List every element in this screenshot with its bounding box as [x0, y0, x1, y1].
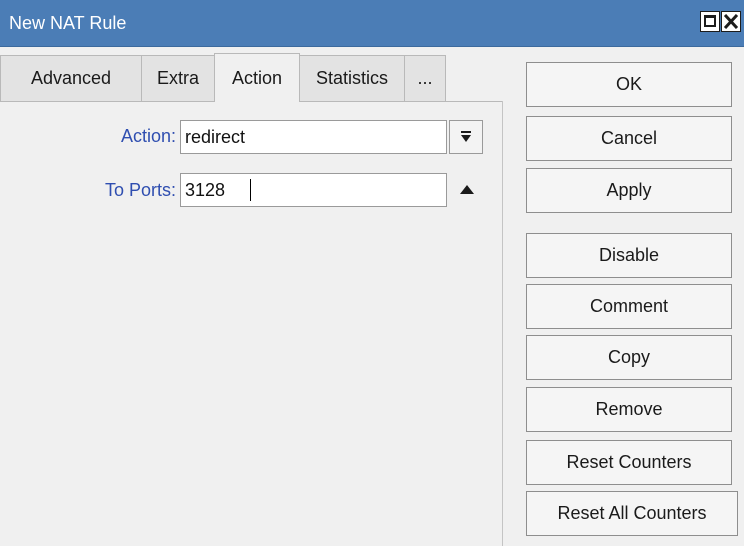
close-icon — [724, 14, 738, 29]
cancel-button-label: Cancel — [600, 128, 658, 148]
tab-label: Advanced — [30, 68, 112, 88]
dropdown-arrow-icon — [461, 131, 471, 142]
restore-icon — [704, 15, 716, 27]
text-cursor — [250, 179, 251, 201]
action-dropdown-button[interactable] — [449, 120, 483, 154]
copy-button[interactable]: Copy — [526, 335, 732, 380]
ok-button[interactable]: OK — [526, 62, 732, 107]
action-select[interactable]: redirect — [180, 120, 447, 154]
ok-button-label: OK — [615, 74, 642, 94]
tab-label: Extra — [156, 68, 199, 88]
action-label: Action: — [120, 126, 176, 146]
apply-button[interactable]: Apply — [526, 168, 732, 213]
comment-button-label: Comment — [589, 296, 669, 316]
title-bar: New NAT Rule — [0, 0, 744, 47]
window-title: New NAT Rule — [9, 13, 127, 33]
reset-all-counters-button[interactable]: Reset All Counters — [526, 491, 738, 536]
reset-counters-button-label: Reset Counters — [566, 452, 692, 472]
tab-statistics[interactable]: Statistics — [299, 55, 405, 101]
tab-action[interactable]: Action — [214, 53, 300, 102]
tab-advanced[interactable]: Advanced — [0, 55, 142, 101]
tab-label: Statistics — [315, 68, 389, 88]
remove-button[interactable]: Remove — [526, 387, 732, 432]
remove-button-label: Remove — [595, 399, 663, 419]
action-value: redirect — [185, 127, 246, 147]
copy-button-label: Copy — [607, 347, 651, 367]
reset-counters-button[interactable]: Reset Counters — [526, 440, 732, 485]
tab-extra[interactable]: Extra — [141, 55, 215, 101]
to-ports-value: 3128 — [185, 180, 226, 200]
tab-label: Action — [231, 67, 283, 88]
triangle-up-icon — [460, 184, 474, 194]
disable-button[interactable]: Disable — [526, 233, 732, 278]
reset-all-counters-button-label: Reset All Counters — [557, 503, 707, 523]
tab-more[interactable]: ... — [404, 55, 446, 101]
to-ports-collapse-button[interactable] — [452, 174, 482, 204]
tab-label: ... — [417, 68, 433, 88]
close-button[interactable] — [721, 11, 741, 32]
panel-divider — [502, 101, 503, 546]
apply-button-label: Apply — [606, 180, 652, 200]
cancel-button[interactable]: Cancel — [526, 116, 732, 161]
restore-button[interactable] — [700, 11, 720, 32]
to-ports-label: To Ports: — [104, 180, 176, 200]
comment-button[interactable]: Comment — [526, 284, 732, 329]
disable-button-label: Disable — [598, 245, 660, 265]
to-ports-input[interactable]: 3128 — [180, 173, 447, 207]
